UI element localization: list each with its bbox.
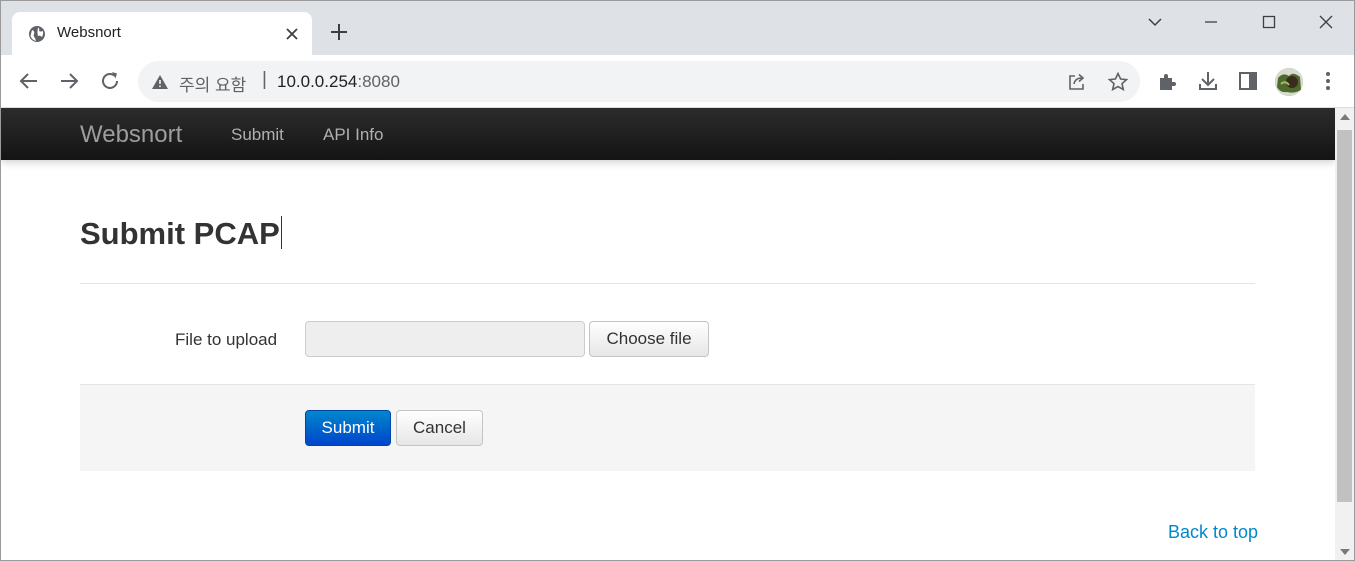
forward-icon[interactable] [57,69,81,93]
chevron-down-icon[interactable] [1142,9,1168,35]
url-port: :8080 [357,72,400,91]
nav-link-submit[interactable]: Submit [231,125,284,145]
nav-link-api-info[interactable]: API Info [323,125,383,145]
close-icon[interactable] [1313,9,1339,35]
back-to-top-link[interactable]: Back to top [1168,522,1258,543]
form-actions: Submit Cancel [80,384,1255,471]
scroll-up-arrow-icon[interactable] [1340,114,1350,120]
menu-kebab-icon[interactable] [1316,69,1340,93]
tab-strip: Websnort [1,1,1354,55]
scroll-down-arrow-icon[interactable] [1340,549,1350,555]
submit-button[interactable]: Submit [305,410,391,446]
choose-file-button[interactable]: Choose file [589,321,709,357]
globe-icon [29,26,45,42]
profile-picture-icon [1275,68,1303,96]
side-panel-icon[interactable] [1236,69,1260,93]
browser-tab[interactable]: Websnort [12,12,312,55]
close-tab-icon[interactable] [282,24,302,44]
download-icon[interactable] [1196,69,1220,93]
warning-icon[interactable] [151,73,169,91]
scrollbar[interactable] [1335,108,1354,560]
security-warning-text[interactable]: 주의 요함 [179,71,246,96]
page-title: Submit PCAP [80,216,282,252]
page-viewport: Websnort Submit API Info Submit PCAP Fil… [1,108,1335,560]
url-text[interactable]: 10.0.0.254:8080 [277,72,400,92]
text-cursor [280,216,282,249]
file-upload-label: File to upload [175,330,278,349]
cancel-button[interactable]: Cancel [396,410,483,446]
browser-window: Websnort 주의 요함 | 10.0.0.254:8080 Websnor… [0,0,1355,561]
url-host: 10.0.0.254 [277,72,358,91]
maximize-icon[interactable] [1256,9,1282,35]
reload-icon[interactable] [98,69,122,93]
avatar[interactable] [1275,68,1303,96]
minimize-icon[interactable] [1198,9,1224,35]
site-navbar: Websnort Submit API Info [1,108,1335,160]
share-icon[interactable] [1066,71,1088,93]
divider [80,283,1255,284]
address-bar[interactable]: 주의 요함 | 10.0.0.254:8080 [138,61,1140,102]
back-icon[interactable] [17,69,41,93]
browser-toolbar: 주의 요함 | 10.0.0.254:8080 [1,55,1354,108]
scroll-thumb[interactable] [1337,130,1352,502]
page-title-text: Submit PCAP [80,216,280,251]
site-brand[interactable]: Websnort [80,121,182,149]
plus-icon[interactable] [328,21,350,43]
star-icon[interactable] [1107,71,1129,93]
extensions-icon[interactable] [1156,69,1180,93]
tab-title: Websnort [57,24,121,41]
url-separator: | [262,69,267,90]
file-path-input[interactable] [305,321,585,357]
